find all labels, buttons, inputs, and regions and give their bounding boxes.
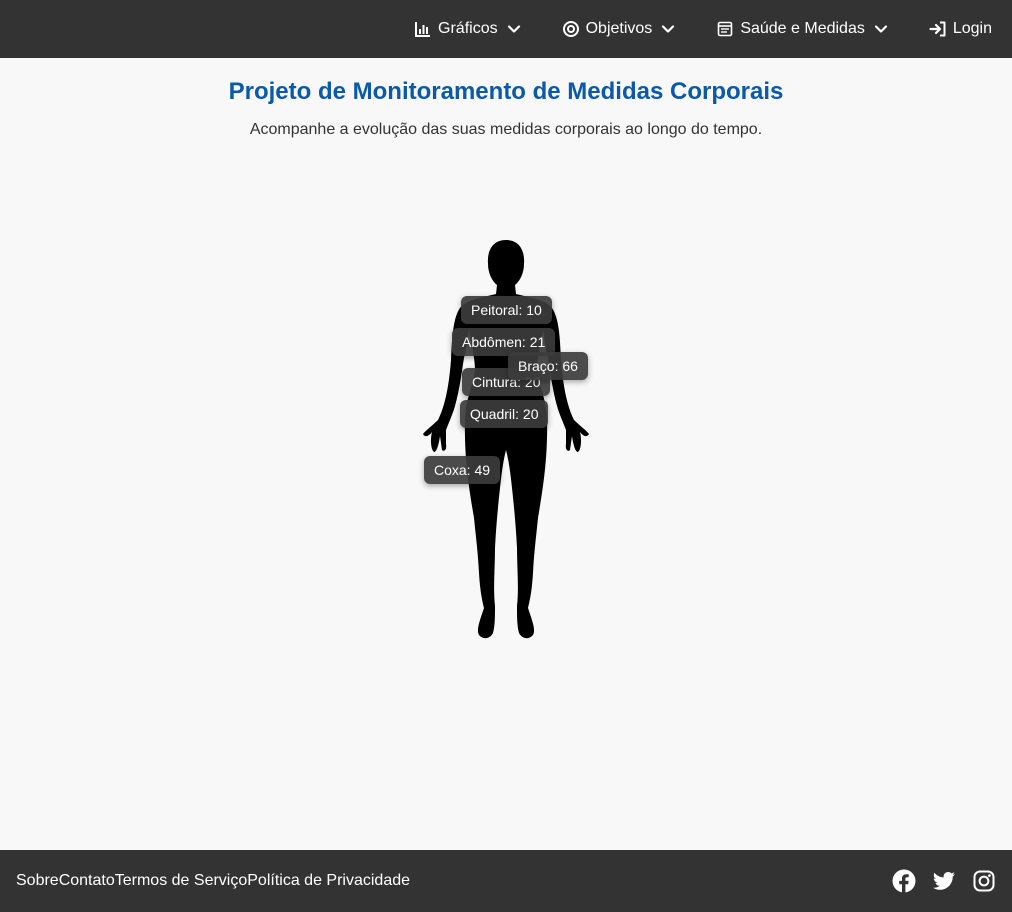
target-icon xyxy=(562,20,580,38)
facebook-icon[interactable] xyxy=(892,869,916,893)
footer-link-privacidade[interactable]: Política de Privacidade xyxy=(247,872,410,890)
nav-objetivos-label: Objetivos xyxy=(585,20,653,37)
footer-link-contato[interactable]: Contato xyxy=(59,872,115,890)
top-navbar: Gráficos Objetivos Saúde e Medidas Login xyxy=(0,0,1012,58)
twitter-icon[interactable] xyxy=(932,869,956,893)
login-icon xyxy=(929,20,947,38)
footer-link-sobre[interactable]: Sobre xyxy=(16,872,59,890)
footer-links: Sobre Contato Termos de Serviço Política… xyxy=(16,872,410,890)
nav-login[interactable]: Login xyxy=(929,20,992,38)
social-links xyxy=(876,869,996,893)
measurement-tag-coxa[interactable]: Coxa: 49 xyxy=(424,456,501,484)
measurement-tag-quadril[interactable]: Quadril: 20 xyxy=(460,400,549,428)
page-subtitle: Acompanhe a evolução das suas medidas co… xyxy=(249,121,763,138)
footer: Sobre Contato Termos de Serviço Política… xyxy=(0,850,1012,912)
instagram-icon[interactable] xyxy=(972,869,996,893)
measurement-tag-braco[interactable]: Braço: 66 xyxy=(508,352,588,380)
measurement-tag-peitoral[interactable]: Peitoral: 10 xyxy=(461,296,552,324)
chevron-down-icon xyxy=(660,21,676,37)
nav-saude-medidas-label: Saúde e Medidas xyxy=(740,20,865,37)
footer-link-termos[interactable]: Termos de Serviço xyxy=(115,872,248,890)
nav-saude-medidas[interactable]: Saúde e Medidas xyxy=(716,20,889,38)
chevron-down-icon xyxy=(506,21,522,37)
nav-objetivos[interactable]: Objetivos xyxy=(562,20,677,38)
chevron-down-icon xyxy=(873,21,889,37)
page-title: Projeto de Monitoramento de Medidas Corp… xyxy=(228,78,784,105)
nav-graficos[interactable]: Gráficos xyxy=(414,20,522,38)
nav-login-label: Login xyxy=(952,20,992,37)
nav-graficos-label: Gráficos xyxy=(438,20,498,37)
bar-chart-icon xyxy=(414,20,432,38)
clipboard-icon xyxy=(716,20,734,38)
